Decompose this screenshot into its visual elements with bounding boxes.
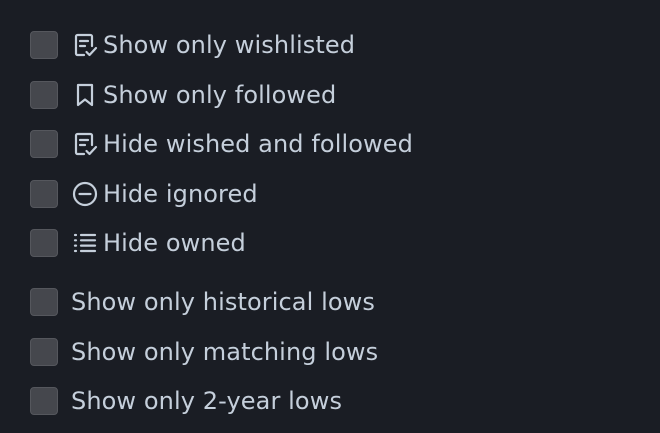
filter-show-only-matching-lows[interactable]: Show only matching lows — [30, 336, 378, 368]
wishlist-icon — [70, 129, 100, 159]
filter-label: Show only 2-year lows — [71, 387, 343, 415]
filter-label: Show only wishlisted — [103, 31, 356, 59]
filter-label: Show only followed — [103, 81, 337, 109]
filter-label: Hide owned — [103, 229, 246, 257]
filter-label: Show only matching lows — [71, 338, 379, 366]
checkbox[interactable] — [30, 288, 58, 316]
filter-show-only-2-year-lows[interactable]: Show only 2-year lows — [30, 385, 342, 417]
filter-hide-ignored[interactable]: Hide ignored — [30, 178, 258, 210]
checkbox[interactable] — [30, 387, 58, 415]
minus-circle-icon — [70, 179, 100, 209]
checkbox[interactable] — [30, 338, 58, 366]
filter-show-only-wishlisted[interactable]: Show only wishlisted — [30, 29, 355, 61]
checkbox[interactable] — [30, 229, 58, 257]
filter-show-only-followed[interactable]: Show only followed — [30, 79, 336, 111]
filter-show-only-historical-lows[interactable]: Show only historical lows — [30, 286, 375, 318]
bookmark-icon — [70, 80, 100, 110]
filter-label: Hide wished and followed — [103, 130, 413, 158]
list-icon — [70, 228, 100, 258]
filter-label: Show only historical lows — [71, 288, 375, 316]
checkbox[interactable] — [30, 81, 58, 109]
checkbox[interactable] — [30, 180, 58, 208]
filter-label: Hide ignored — [103, 180, 258, 208]
filter-options-panel: Show only wishlisted Show only followed … — [0, 0, 660, 433]
filter-hide-wished-and-followed[interactable]: Hide wished and followed — [30, 128, 413, 160]
checkbox[interactable] — [30, 130, 58, 158]
filter-hide-owned[interactable]: Hide owned — [30, 227, 246, 259]
wishlist-icon — [70, 30, 100, 60]
checkbox[interactable] — [30, 31, 58, 59]
